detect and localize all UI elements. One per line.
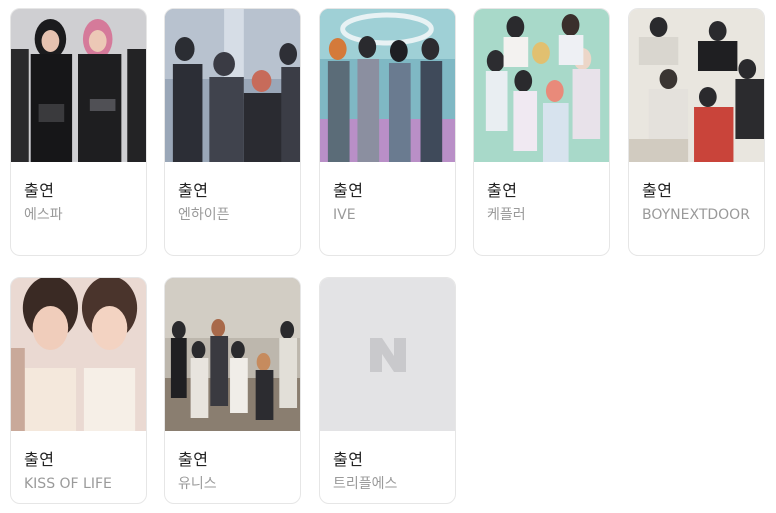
cast-role-label: 출연 [487,181,518,200]
cast-name: KISS OF LIFE [24,476,112,492]
cast-photo-ive [320,9,455,162]
cast-role-label: 출연 [333,450,364,469]
cast-photo-aespa [11,9,146,162]
cast-card-aespa[interactable]: 출연 에스파 [10,8,147,256]
cast-name: IVE [333,207,356,223]
cast-photo-enhypen [165,9,300,162]
cast-card-unis[interactable]: 출연 유니스 [164,277,301,504]
cast-card-kep1er[interactable]: 출연 케플러 [473,8,610,256]
cast-role-label: 출연 [24,181,55,200]
cast-name: BOYNEXTDOOR [642,207,750,223]
cast-card-kiss-of-life[interactable]: 출연 KISS OF LIFE [10,277,147,504]
cast-name: 엔하이픈 [178,207,230,223]
cast-role-label: 출연 [178,181,209,200]
cast-card-ive[interactable]: 출연 IVE [319,8,456,256]
cast-photo-kep1er [474,9,609,162]
cast-name: 케플러 [487,207,526,223]
cast-photo-unis [165,278,300,431]
cast-name: 트리플에스 [333,476,398,492]
cast-role-label: 출연 [333,181,364,200]
cast-card-boynextdoor[interactable]: 출연 BOYNEXTDOOR [628,8,765,256]
cast-photo-placeholder [320,278,455,431]
cast-photo-kiss-of-life [11,278,146,431]
cast-role-label: 출연 [24,450,55,469]
cast-name: 유니스 [178,476,217,492]
cast-role-label: 출연 [178,450,209,469]
cast-role-label: 출연 [642,181,673,200]
cast-grid: 출연 에스파 출연 엔하이픈 출연 IVE 출연 케플러 출연 BOYNEXTD… [0,0,776,513]
cast-photo-boynextdoor [629,9,764,162]
naver-n-logo-icon [369,337,406,372]
cast-card-enhypen[interactable]: 출연 엔하이픈 [164,8,301,256]
cast-card-triples[interactable]: 출연 트리플에스 [319,277,456,504]
cast-name: 에스파 [24,207,63,223]
